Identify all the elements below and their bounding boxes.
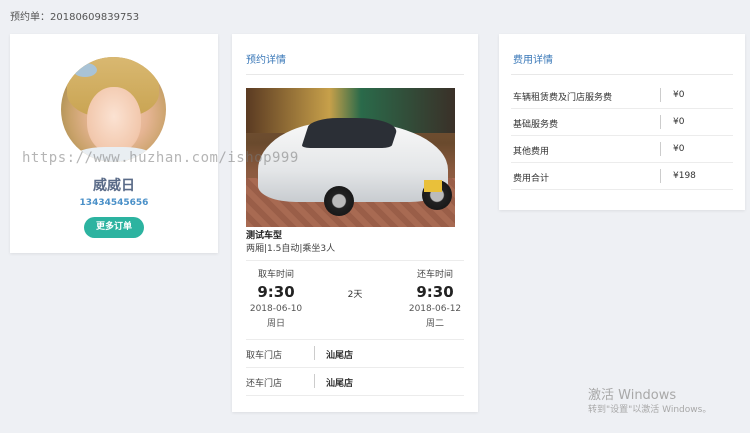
pickup-store-row: 取车门店 汕尾店 bbox=[246, 340, 464, 368]
return-time: 9:30 bbox=[416, 283, 454, 301]
pickup-time-block: 取车时间 9:30 2018-06-10 周日 bbox=[236, 267, 316, 329]
fee-details-card: 费用详情 车辆租赁费及门店服务费 ¥0 基础服务费 ¥0 其他费用 ¥0 费用合… bbox=[499, 34, 745, 210]
fee-total-value: ¥198 bbox=[673, 171, 696, 181]
fee-label: 车辆租赁费及门店服务费 bbox=[513, 93, 613, 103]
divider bbox=[246, 260, 464, 261]
fee-value: ¥0 bbox=[673, 117, 685, 127]
return-time-label: 还车时间 bbox=[416, 270, 453, 280]
return-store-value: 汕尾店 bbox=[326, 379, 354, 389]
separator bbox=[660, 115, 661, 129]
separator bbox=[314, 346, 315, 360]
fee-value: ¥0 bbox=[673, 90, 685, 100]
booking-details-title: 预约详情 bbox=[246, 55, 286, 66]
windows-activation-subtext: 转到"设置"以激活 Windows。 bbox=[588, 405, 712, 415]
return-weekday: 周二 bbox=[425, 319, 444, 329]
rental-duration: 2天 bbox=[347, 290, 363, 300]
pickup-date: 2018-06-10 bbox=[249, 304, 303, 314]
pickup-time-label: 取车时间 bbox=[257, 270, 294, 280]
watermark-url: https://www.huzhan.com/ishop999 bbox=[22, 150, 299, 166]
return-store-label: 还车门店 bbox=[246, 379, 283, 389]
pickup-store-value: 汕尾店 bbox=[326, 351, 354, 361]
order-number: 预约单：20180609839753 bbox=[10, 12, 140, 23]
separator bbox=[660, 142, 661, 156]
user-name: 威威日 bbox=[93, 178, 135, 194]
separator bbox=[660, 88, 661, 102]
fee-value: ¥0 bbox=[673, 144, 685, 154]
user-phone: 13434545656 bbox=[79, 198, 149, 208]
fee-label: 其他费用 bbox=[513, 147, 550, 157]
fee-row: 车辆租赁费及门店服务费 ¥0 bbox=[511, 82, 733, 109]
fee-label: 基础服务费 bbox=[513, 120, 559, 130]
separator bbox=[314, 374, 315, 388]
return-store-row: 还车门店 汕尾店 bbox=[246, 368, 464, 396]
car-spec: 两厢|1.5自动|乘坐3人 bbox=[246, 244, 336, 254]
pickup-store-label: 取车门店 bbox=[246, 351, 283, 361]
fee-row: 其他费用 ¥0 bbox=[511, 136, 733, 163]
return-date: 2018-06-12 bbox=[408, 304, 462, 314]
fee-total-row: 费用合计 ¥198 bbox=[511, 163, 733, 190]
avatar bbox=[61, 57, 166, 162]
booking-details-card: 预约详情 测试车型 两厢|1.5自动|乘坐3人 取车时间 9:30 2018-0… bbox=[232, 34, 478, 412]
windows-activation-watermark: 激活 Windows bbox=[588, 388, 677, 403]
car-model: 测试车型 bbox=[246, 231, 283, 241]
profile-card: 威威日 13434545656 更多订单 bbox=[10, 34, 218, 253]
fee-details-title: 费用详情 bbox=[513, 55, 553, 66]
more-orders-button[interactable]: 更多订单 bbox=[84, 217, 144, 238]
title-divider bbox=[511, 74, 733, 75]
return-time-block: 还车时间 9:30 2018-06-12 周二 bbox=[395, 267, 475, 329]
separator bbox=[660, 169, 661, 183]
title-divider bbox=[246, 74, 464, 75]
pickup-weekday: 周日 bbox=[266, 319, 285, 329]
fee-row: 基础服务费 ¥0 bbox=[511, 109, 733, 136]
fee-total-label: 费用合计 bbox=[513, 174, 550, 184]
pickup-time: 9:30 bbox=[257, 283, 295, 301]
